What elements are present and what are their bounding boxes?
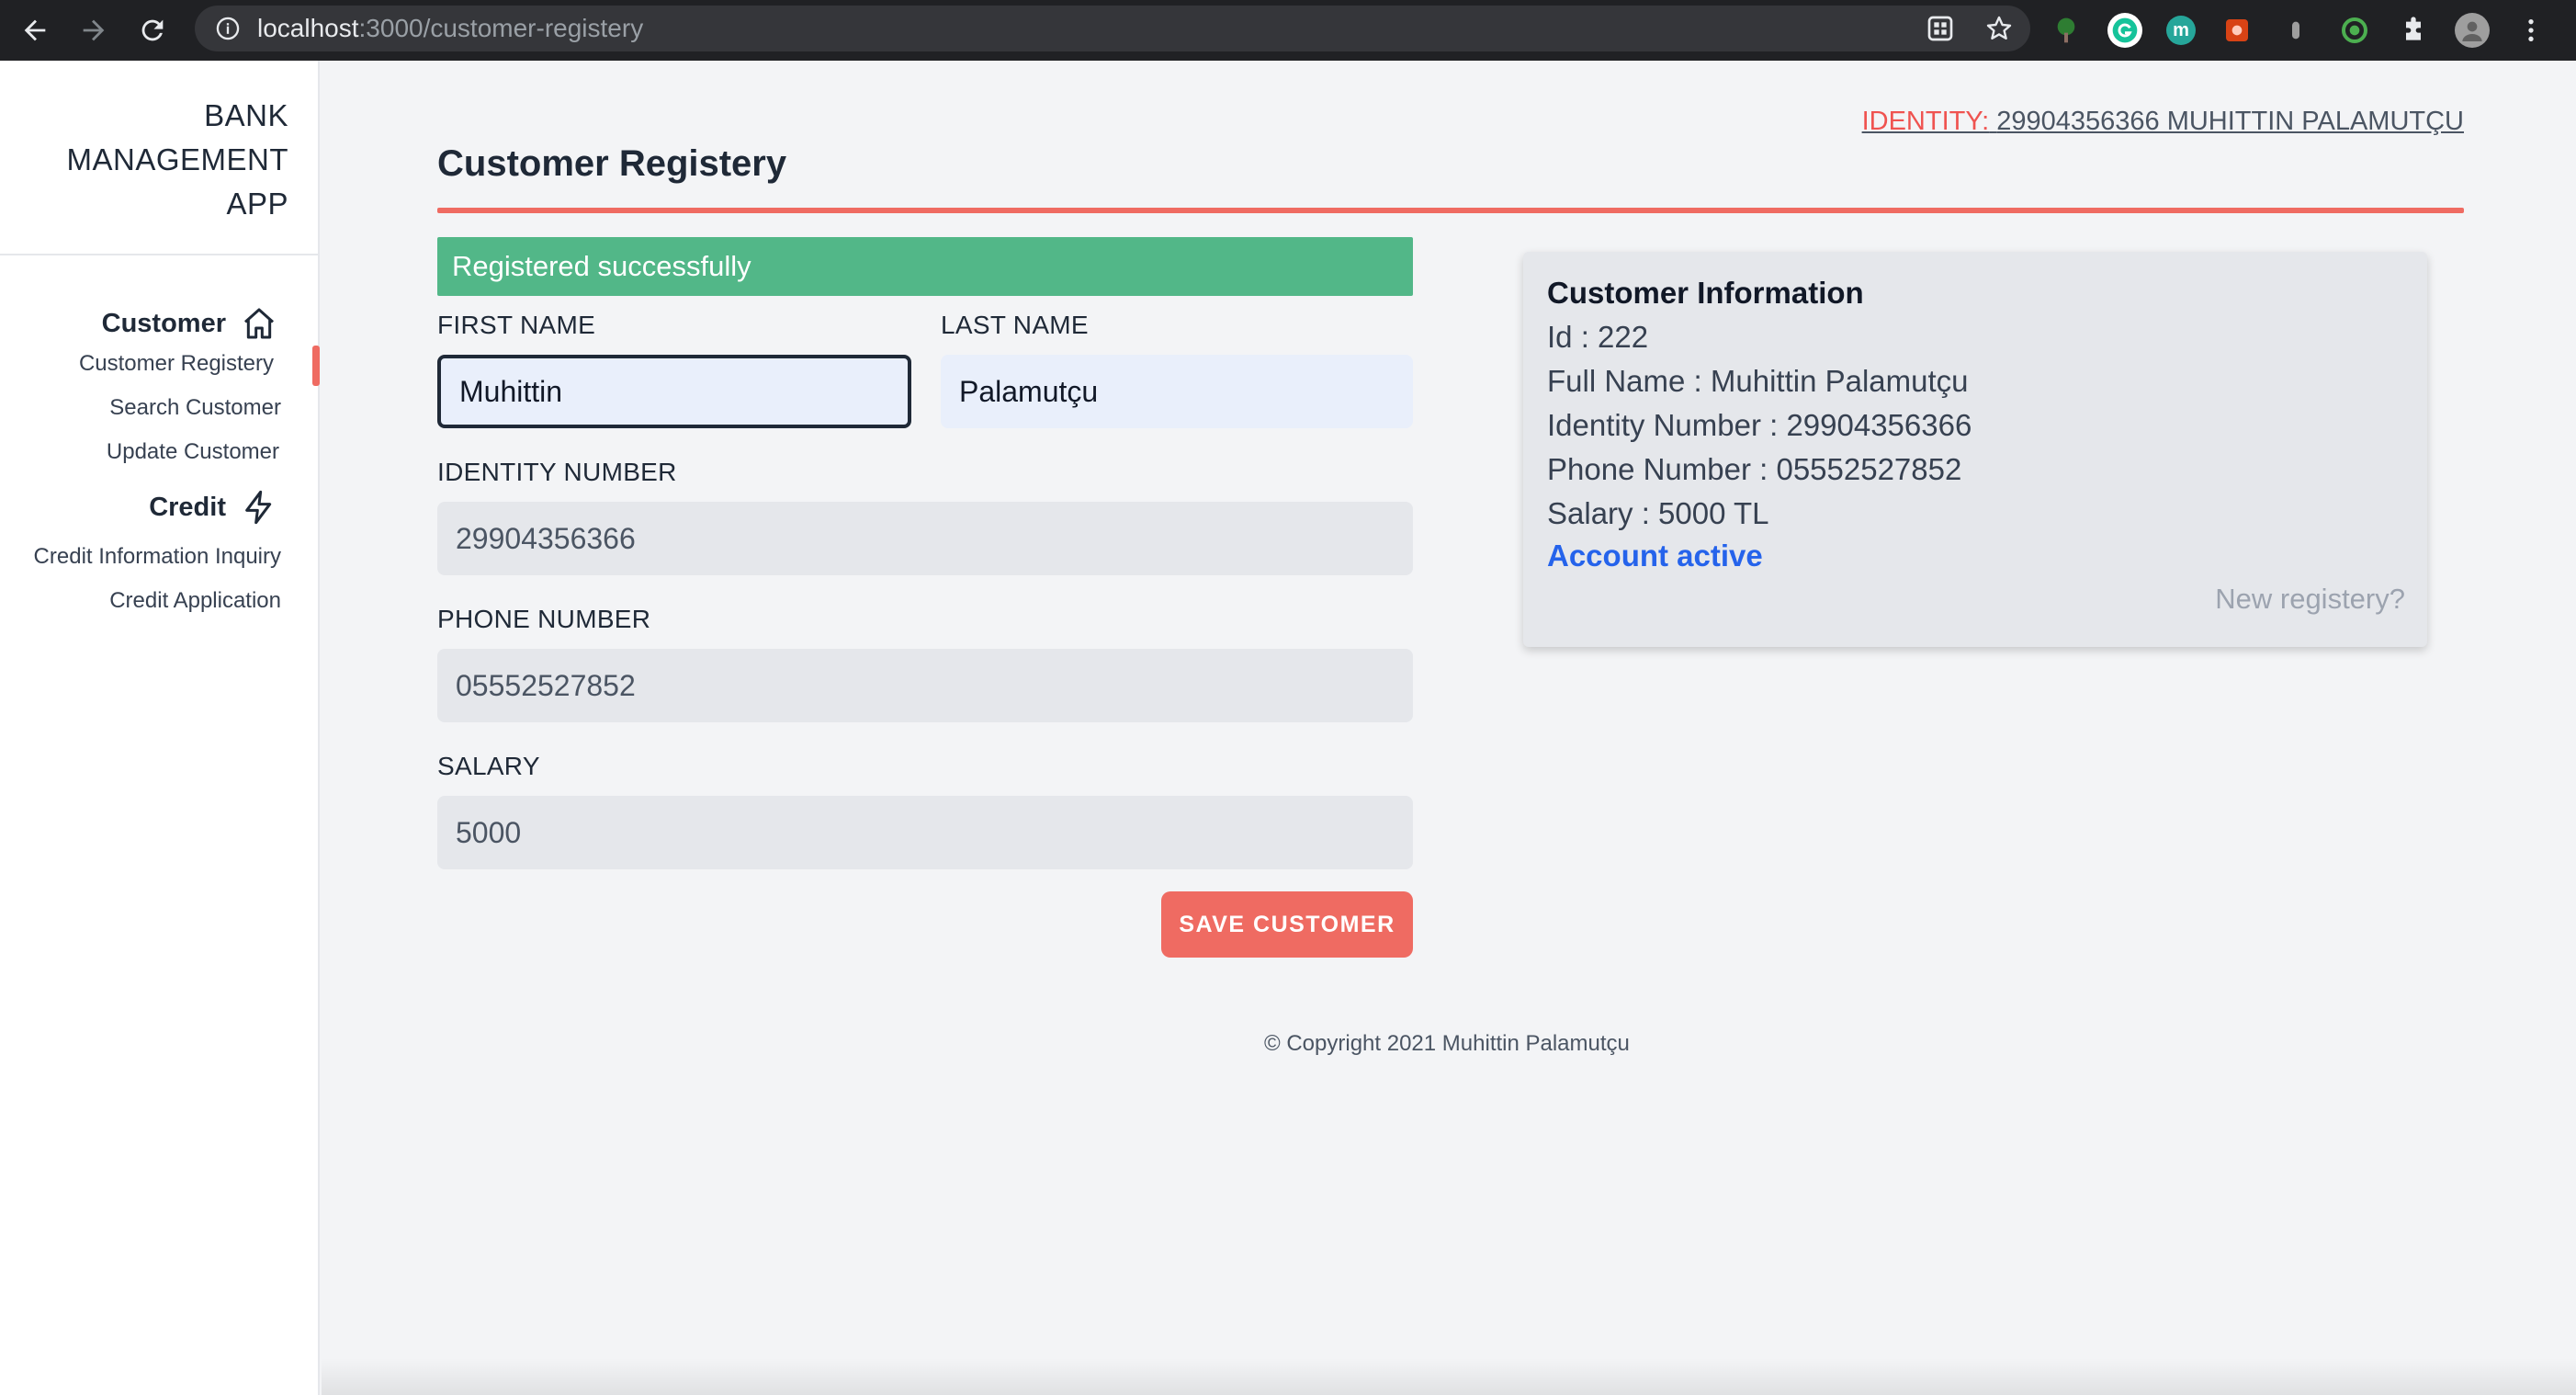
sidebar: BANK MANAGEMENT APP Customer Customer Re… bbox=[0, 61, 320, 1395]
customer-info-card: Customer Information Id : 222 Full Name … bbox=[1523, 252, 2427, 647]
identity-label: IDENTITY: bbox=[1861, 107, 1990, 136]
extension-gray-icon[interactable] bbox=[2278, 13, 2313, 48]
puzzle-icon[interactable] bbox=[2396, 13, 2431, 48]
sidebar-item-search-customer[interactable]: Search Customer bbox=[109, 395, 281, 421]
brand-line: APP bbox=[226, 187, 288, 221]
url-path: :3000/customer-registery bbox=[358, 14, 644, 42]
page-title: Customer Registery bbox=[437, 143, 787, 184]
menu-icon[interactable] bbox=[2514, 13, 2548, 48]
forward-icon bbox=[83, 19, 105, 41]
profile-icon[interactable] bbox=[2455, 13, 2490, 48]
sidebar-item-credit-information-inquiry[interactable]: Credit Information Inquiry bbox=[34, 544, 281, 570]
brand-line: MANAGEMENT bbox=[66, 142, 288, 176]
salary-label: SALARY bbox=[437, 752, 540, 780]
card-id: Id : 222 bbox=[1547, 320, 1649, 354]
grammarly-icon[interactable] bbox=[2107, 13, 2142, 48]
last-name-label: LAST NAME bbox=[941, 311, 1089, 339]
section-label: Customer bbox=[101, 308, 226, 338]
section-label: Credit bbox=[149, 492, 226, 522]
url-text: localhost:3000/customer-registery bbox=[257, 14, 643, 43]
new-registery-link[interactable]: New registery? bbox=[2215, 583, 2405, 616]
card-salary: Salary : 5000 TL bbox=[1547, 496, 1769, 530]
apps-icon[interactable] bbox=[1926, 14, 1955, 43]
active-indicator bbox=[312, 346, 320, 386]
main-content: IDENTITY: 29904356366 MUHITTIN PALAMUTÇU… bbox=[322, 61, 2576, 1395]
lightning-icon bbox=[245, 490, 272, 525]
identity-number-input[interactable]: 29904356366 bbox=[437, 502, 1413, 575]
reload-icon bbox=[141, 19, 164, 41]
save-customer-button[interactable]: SAVE CUSTOMER bbox=[1161, 891, 1413, 958]
card-full-name: Full Name : Muhittin Palamutçu bbox=[1547, 364, 1969, 398]
back-icon bbox=[24, 19, 46, 41]
identity-value: 29904356366 MUHITTIN PALAMUTÇU bbox=[1996, 107, 2464, 136]
extension-m-icon[interactable]: m bbox=[2166, 16, 2196, 45]
home-icon bbox=[244, 308, 274, 339]
extension-green-icon[interactable] bbox=[2337, 13, 2372, 48]
salary-input[interactable]: 5000 bbox=[437, 796, 1413, 869]
forward-button[interactable] bbox=[72, 8, 116, 52]
sidebar-section-credit[interactable]: Credit bbox=[149, 489, 277, 526]
card-title: Customer Information bbox=[1547, 276, 1864, 310]
sidebar-section-customer[interactable]: Customer bbox=[102, 305, 277, 342]
first-name-input[interactable]: Muhittin bbox=[437, 355, 911, 428]
reload-button[interactable] bbox=[130, 8, 175, 52]
sidebar-item-update-customer[interactable]: Update Customer bbox=[107, 439, 279, 465]
copyright-text: © Copyright 2021 Muhittin Palamutçu bbox=[1264, 1031, 1630, 1056]
phone-number-label: PHONE NUMBER bbox=[437, 605, 651, 633]
info-icon[interactable] bbox=[215, 16, 241, 41]
back-button[interactable] bbox=[13, 8, 57, 52]
brand-line: BANK bbox=[204, 98, 288, 132]
account-status-link[interactable]: Account active bbox=[1547, 539, 1763, 573]
browser-toolbar: localhost:3000/customer-registery m bbox=[0, 0, 2576, 61]
card-identity-number: Identity Number : 29904356366 bbox=[1547, 408, 1972, 442]
success-alert: Registered successfully bbox=[437, 237, 1413, 296]
extension-red-icon[interactable] bbox=[2220, 13, 2254, 48]
title-divider bbox=[437, 208, 2464, 213]
sidebar-item-customer-registery[interactable]: Customer Registery bbox=[79, 351, 274, 377]
identity-number-label: IDENTITY NUMBER bbox=[437, 458, 677, 486]
app-brand[interactable]: BANK MANAGEMENT APP bbox=[66, 94, 288, 226]
last-name-input[interactable]: Palamutçu bbox=[941, 355, 1413, 428]
card-phone-number: Phone Number : 05552527852 bbox=[1547, 452, 1962, 486]
star-icon[interactable] bbox=[1984, 14, 2014, 43]
sidebar-item-credit-application[interactable]: Credit Application bbox=[109, 588, 281, 614]
phone-number-input[interactable]: 05552527852 bbox=[437, 649, 1413, 722]
bottom-shadow bbox=[322, 1358, 2576, 1395]
address-bar[interactable]: localhost:3000/customer-registery bbox=[195, 6, 2030, 51]
sidebar-divider bbox=[0, 254, 320, 255]
first-name-label: FIRST NAME bbox=[437, 311, 596, 339]
extension-tree-icon[interactable] bbox=[2049, 13, 2084, 48]
identity-link[interactable]: IDENTITY: 29904356366 MUHITTIN PALAMUTÇU bbox=[1862, 107, 2464, 137]
url-host: localhost bbox=[257, 14, 359, 42]
